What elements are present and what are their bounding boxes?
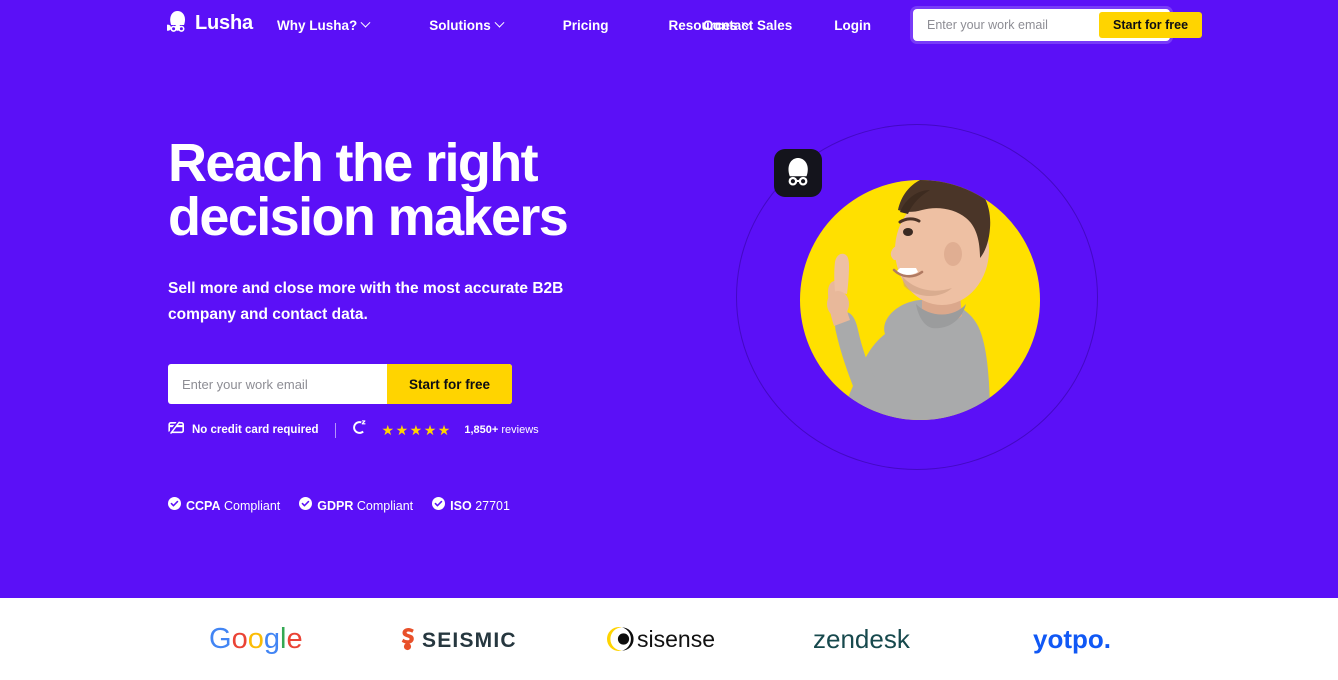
nav-signup-form: Start for free <box>913 9 1203 41</box>
login-link[interactable]: Login <box>834 18 871 33</box>
landing-page: Lusha Why Lusha? Solutions Pricing Resou… <box>0 0 1338 680</box>
compliance-label-iso: ISO 27701 <box>450 499 510 513</box>
nav-item-pricing-label: Pricing <box>562 17 609 33</box>
no-credit-card-label: No credit card required <box>192 424 319 437</box>
nav-item-why-lusha-label: Why Lusha? <box>277 17 358 33</box>
chevron-down-icon <box>360 17 371 28</box>
star-rating: ★ ★ ★ ★ ★ <box>382 423 451 437</box>
lusha-logo[interactable]: Lusha <box>167 11 253 34</box>
compliance-badge-iso: ISO 27701 <box>432 497 510 515</box>
hero-content: Reach the right decision makers Sell mor… <box>168 136 728 439</box>
nav-start-for-free-button[interactable]: Start for free <box>1099 12 1203 38</box>
check-circle-icon <box>432 497 446 515</box>
lusha-logo-text: Lusha <box>195 11 253 34</box>
compliance-label-gdpr: GDPR Compliant <box>317 499 414 513</box>
hero-title: Reach the right decision makers <box>168 133 569 247</box>
star-icon: ★ <box>437 422 451 439</box>
trust-divider <box>334 422 336 438</box>
star-icon: ★ <box>381 422 395 439</box>
credit-card-off-icon <box>168 420 185 439</box>
hero-illustration <box>736 124 1100 472</box>
contact-sales-link[interactable]: Contact Sales <box>703 18 792 33</box>
logo-yotpo: yotpo. <box>978 616 1184 662</box>
chevron-down-icon <box>494 17 505 28</box>
check-circle-icon <box>168 497 181 515</box>
trust-indicators: No credit card required ★ ★ ★ ★ ★ 1,850+… <box>168 420 728 440</box>
logo-sisense: sisense <box>566 616 772 662</box>
check-circle-icon <box>299 497 313 515</box>
compliance-badge-ccpa: CCPA Compliant <box>168 497 280 515</box>
svg-text:zendesk: zendesk <box>813 624 911 654</box>
svg-text:Google: Google <box>209 623 303 655</box>
svg-text:SEISMIC: SEISMIC <box>422 629 517 652</box>
nav-item-pricing[interactable]: Pricing <box>563 18 609 33</box>
person-photo <box>827 180 991 420</box>
svg-text:sisense: sisense <box>637 626 715 652</box>
hero-subtitle: Sell more and close more with the most a… <box>168 280 564 323</box>
hero-section: Lusha Why Lusha? Solutions Pricing Resou… <box>0 0 1338 598</box>
reviews-count-label: 1,850+ reviews <box>464 424 539 437</box>
lusha-badge <box>774 149 822 197</box>
compliance-badge-gdpr: GDPR Compliant <box>299 497 413 515</box>
star-icon: ★ <box>409 422 423 439</box>
no-credit-card-item: No credit card required <box>168 420 319 439</box>
lusha-logo-icon <box>167 11 188 34</box>
g2-logo-icon <box>352 420 367 440</box>
nav-links: Why Lusha? Solutions Pricing Resources <box>277 0 752 50</box>
nav-email-input[interactable] <box>916 12 1099 38</box>
nav-item-solutions-label: Solutions <box>429 17 491 33</box>
hero-email-input[interactable] <box>168 364 387 405</box>
nav-item-solutions[interactable]: Solutions <box>429 17 505 33</box>
hero-start-for-free-button[interactable]: Start for free <box>386 364 512 405</box>
main-navigation: Lusha Why Lusha? Solutions Pricing Resou… <box>0 0 1338 50</box>
logo-google: Google <box>154 616 360 662</box>
compliance-badges: CCPA Compliant GDPR Compliant ISO 27701 <box>168 497 510 515</box>
star-icon: ★ <box>423 422 437 439</box>
lusha-badge-icon <box>784 158 812 188</box>
star-icon: ★ <box>395 422 409 439</box>
logo-seismic: SEISMIC <box>360 616 566 662</box>
customer-logos-strip: Google SEISMIC sisense zendesk yotpo. <box>0 598 1338 680</box>
g2-rating: ★ ★ ★ ★ ★ 1,850+ reviews <box>352 420 539 440</box>
nav-item-why-lusha[interactable]: Why Lusha? <box>277 17 371 33</box>
nav-actions: Contact Sales Login Start for free <box>703 0 1338 50</box>
compliance-label-ccpa: CCPA Compliant <box>186 499 281 513</box>
logo-zendesk: zendesk <box>772 616 978 662</box>
svg-text:yotpo.: yotpo. <box>1033 624 1111 654</box>
hero-signup-form: Start for free <box>168 364 512 405</box>
